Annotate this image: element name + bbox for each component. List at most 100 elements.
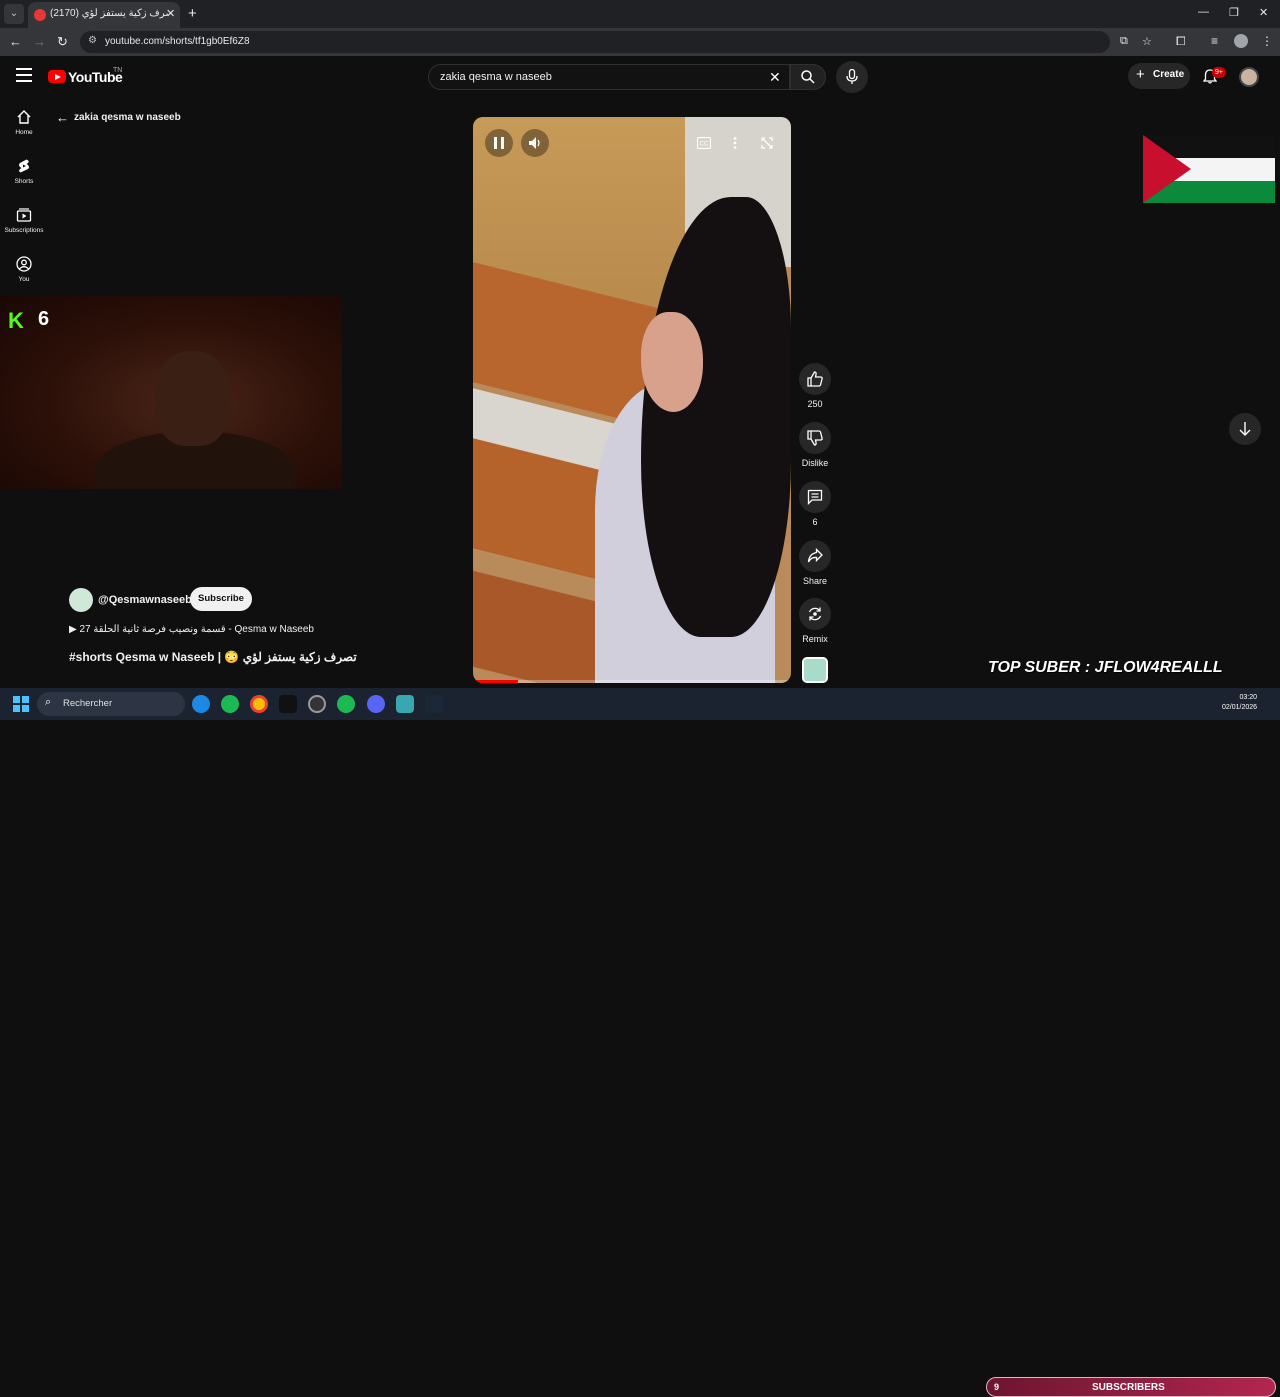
browser-profile-avatar[interactable] (1234, 34, 1248, 48)
windows-start-icon[interactable] (13, 696, 29, 712)
volume-button[interactable] (521, 129, 549, 157)
browser-tab-active[interactable]: (2170) تصرف زكية يستفز لؤي ✕ (28, 2, 180, 28)
fullscreen-icon[interactable] (761, 137, 773, 149)
new-tab-icon[interactable]: + (188, 5, 197, 22)
obs-icon[interactable] (308, 695, 326, 713)
subscribe-button[interactable]: Subscribe (190, 587, 252, 611)
spotify-icon[interactable] (337, 695, 355, 713)
window-close-icon[interactable]: ✕ (1259, 6, 1268, 19)
clock-time: 03:20 (1239, 694, 1258, 701)
reload-icon[interactable]: ↻ (57, 34, 68, 50)
tab-close-icon[interactable]: ✕ (166, 7, 175, 20)
remix-action[interactable]: Remix (799, 598, 831, 644)
search-icon (801, 70, 815, 84)
like-action[interactable]: 250 (799, 363, 831, 409)
guide-label-home: Home (15, 129, 33, 136)
create-button[interactable]: + Create (1128, 63, 1190, 89)
edge-icon[interactable] (192, 695, 210, 713)
home-icon (17, 110, 31, 124)
search-input-value: zakia qesma w naseeb (440, 71, 552, 83)
back-to-search-label: zakia qesma w naseeb (74, 112, 181, 123)
next-short-button[interactable] (1229, 413, 1261, 445)
video-scene-bench (473, 570, 603, 683)
more-options-icon[interactable] (733, 137, 737, 149)
thumbs-down-icon (807, 430, 823, 446)
remix-button[interactable] (799, 598, 831, 630)
video-progress-fill (473, 680, 518, 683)
back-arrow-icon[interactable]: ← (9, 34, 22, 49)
clear-search-icon[interactable]: ✕ (769, 69, 781, 86)
guide-item-you[interactable]: You (0, 256, 48, 283)
microphone-icon (846, 69, 858, 84)
app-icon[interactable] (396, 695, 414, 713)
play-icon: ▶ (69, 624, 80, 635)
guide-item-shorts[interactable]: Shorts (0, 158, 48, 185)
taskbar-search-box[interactable]: ⌕ Rechercher (37, 692, 185, 716)
install-app-icon[interactable]: ⧉ (1120, 35, 1128, 48)
streamer-webcam: K 6 (0, 296, 342, 489)
url-text: youtube.com/shorts/tf1gb0Ef6Z8 (105, 36, 250, 47)
search-button[interactable] (790, 64, 826, 90)
window-restore-icon[interactable]: ❐ (1229, 6, 1239, 19)
address-bar[interactable]: ⚙ youtube.com/shorts/tf1gb0Ef6Z8 ⧉ ☆ (80, 31, 1152, 53)
guide-label-you: You (18, 276, 30, 283)
playlist-link[interactable]: ▶ 27 قسمة ونصيب فرصة ثانية الحلقة - Qesm… (69, 624, 314, 635)
window-minimize-icon[interactable]: — (1198, 6, 1209, 18)
palestine-flag-image (1143, 135, 1275, 203)
like-button[interactable] (799, 363, 831, 395)
guide-item-home[interactable]: Home (0, 109, 48, 136)
guide-item-subscriptions[interactable]: Subscriptions (0, 207, 48, 234)
sound-thumbnail[interactable] (802, 657, 828, 683)
channel-avatar[interactable] (69, 588, 93, 612)
create-button-label: Create (1153, 69, 1185, 80)
taskbar-clock[interactable]: 03:20 02/01/2026 (1222, 693, 1257, 713)
share-action[interactable]: Share (799, 540, 831, 586)
logo-region-code: TN (113, 67, 123, 74)
spotify-icon[interactable] (221, 695, 239, 713)
search-input[interactable]: zakia qesma w naseeb ✕ (428, 64, 790, 90)
closed-captions-icon[interactable]: CC (697, 137, 711, 149)
windows-taskbar: ⌕ Rechercher 9 SUBSCRIBERS 03:20 02/01/2… (0, 688, 1280, 1397)
channel-handle[interactable]: @Qesmawnaseeb (98, 594, 192, 606)
playlist-title: 27 قسمة ونصيب فرصة ثانية الحلقة - Qesma … (79, 624, 314, 635)
account-avatar[interactable] (1239, 67, 1259, 87)
comments-button[interactable] (799, 481, 831, 513)
kick-logo-icon: K (8, 308, 24, 333)
remix-icon (808, 607, 822, 621)
video-progress-bar[interactable] (473, 680, 791, 683)
like-count: 250 (807, 399, 823, 409)
pause-icon (494, 137, 504, 149)
comments-action[interactable]: 6 (799, 481, 831, 527)
taskbar-search-label: Rechercher (63, 698, 113, 709)
chrome-icon[interactable] (250, 695, 268, 713)
plus-icon: + (1136, 66, 1145, 83)
share-label: Share (802, 576, 828, 586)
steam-icon[interactable] (425, 695, 443, 713)
browser-menu-icon[interactable]: ⋮ (1261, 34, 1273, 48)
flag-triangle-red (1143, 135, 1191, 203)
remix-label: Remix (802, 634, 828, 644)
share-button[interactable] (799, 540, 831, 572)
hamburger-menu-icon[interactable] (16, 68, 32, 82)
comment-icon (807, 489, 823, 505)
arrow-down-icon (1239, 422, 1251, 436)
dislike-action[interactable]: Dislike (799, 422, 831, 468)
bookmark-star-icon[interactable]: ☆ (1142, 35, 1152, 48)
kick-viewer-count: 6 (38, 308, 50, 330)
top-subscriber-overlay: TOP SUBER : JFLOW4REALLL (988, 659, 1223, 676)
tab-search-chevron-icon[interactable]: ⌄ (4, 4, 24, 24)
shorts-video-player[interactable]: CC (473, 117, 791, 683)
forward-arrow-icon[interactable]: → (33, 34, 46, 49)
arrow-back-icon: ← (56, 110, 69, 125)
tiktok-icon[interactable] (279, 695, 297, 713)
extensions-icon[interactable]: ⧠ (1176, 34, 1186, 49)
dislike-button[interactable] (799, 422, 831, 454)
subscriber-goal-bar: 9 SUBSCRIBERS (986, 1377, 1276, 1397)
site-info-icon[interactable]: ⚙ (88, 35, 97, 46)
voice-search-button[interactable] (836, 61, 868, 93)
volume-icon (529, 137, 540, 149)
pause-button[interactable] (485, 129, 513, 157)
discord-icon[interactable] (367, 695, 385, 713)
media-control-icon[interactable]: ≡ (1211, 34, 1218, 48)
notifications-badge: 9+ (1212, 67, 1226, 78)
